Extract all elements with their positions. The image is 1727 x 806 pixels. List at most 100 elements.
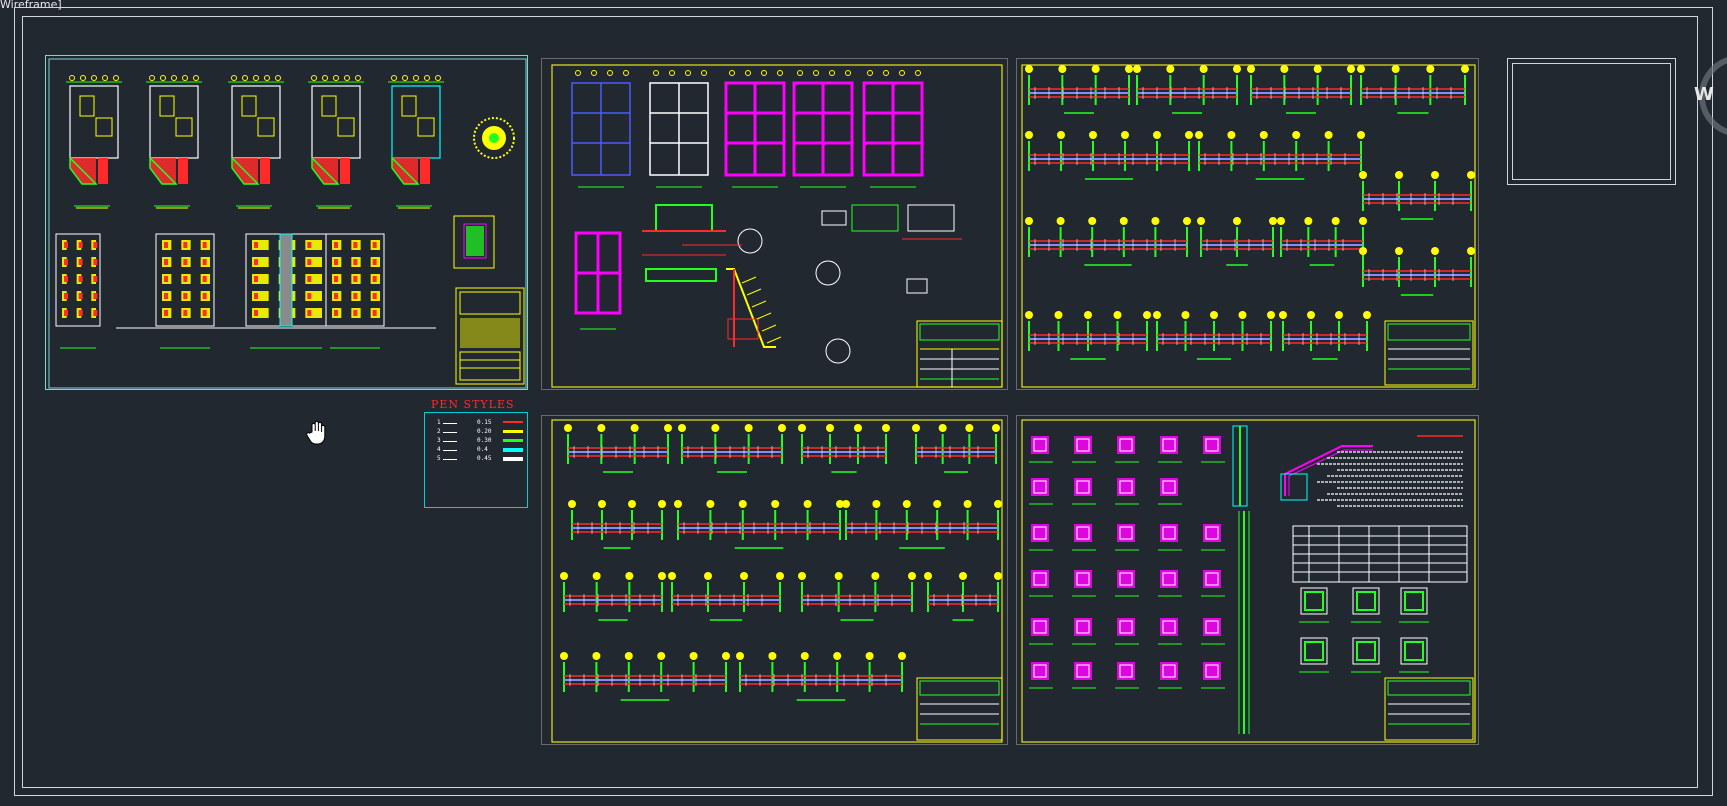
beam-detail	[1359, 171, 1475, 220]
framing-plan	[724, 70, 786, 188]
column-section	[1201, 570, 1225, 597]
column-section	[1115, 618, 1139, 645]
elevation-section	[325, 233, 385, 349]
framing-plan	[649, 70, 709, 188]
pen-style-weight: 0.45	[477, 455, 492, 462]
elevation-section	[155, 233, 215, 349]
pen-styles-title: PEN STYLES	[431, 398, 515, 411]
viewcube[interactable]: W	[1690, 56, 1727, 136]
column-section	[1158, 662, 1182, 689]
pen-style-row: 4 0.4	[437, 446, 523, 454]
framing-plan	[792, 70, 854, 188]
pen-style-index: 4	[437, 446, 441, 453]
column-section	[1029, 524, 1053, 551]
elevation-section	[245, 233, 327, 349]
floor-plan	[146, 75, 202, 209]
pen-style-dash	[443, 459, 457, 460]
pen-style-dash	[443, 441, 457, 442]
foundation-plan	[574, 231, 622, 330]
pen-style-row: 3 0.30	[437, 437, 523, 445]
beam-detail	[1025, 131, 1193, 180]
beam-details-2-drawing	[551, 419, 1003, 743]
pen-style-weight: 0.30	[477, 437, 492, 444]
pen-style-weight: 0.15	[477, 419, 492, 426]
column-section	[1115, 524, 1139, 551]
column-section	[1115, 478, 1139, 505]
viewcube-compass-west-label[interactable]: W	[1694, 84, 1714, 105]
floor-plan	[66, 75, 122, 209]
beam-detail	[1359, 247, 1475, 296]
elevation-section	[55, 233, 101, 349]
beam-detail	[798, 572, 916, 621]
column-section	[1158, 570, 1182, 597]
column-section	[1158, 524, 1182, 551]
column-section	[1201, 662, 1225, 689]
sheet-architectural-plans[interactable]	[45, 55, 528, 390]
floor-plan	[388, 75, 444, 209]
sheet-beam-details-2[interactable]	[541, 415, 1008, 745]
pen-style-swatch	[503, 421, 523, 423]
column-section	[1201, 618, 1225, 645]
column-section	[1029, 662, 1053, 689]
column-section	[1158, 436, 1182, 463]
pen-style-index: 1	[437, 419, 441, 426]
pen-style-index: 5	[437, 455, 441, 462]
pen-style-dash	[443, 432, 457, 433]
beam-detail	[736, 652, 906, 701]
pen-styles-legend[interactable]: PEN STYLES 1 0.15 2 0.20 3 0.30 4 0.4 5 0.45	[424, 398, 528, 508]
column-section	[1072, 436, 1096, 463]
column-section	[1115, 570, 1139, 597]
beam-detail	[1279, 311, 1371, 360]
beam-detail	[1025, 311, 1151, 360]
column-rebar-section	[1399, 587, 1429, 623]
column-section	[1201, 524, 1225, 551]
column-section	[1072, 618, 1096, 645]
column-rebar-section	[1399, 637, 1429, 673]
pen-style-weight: 0.20	[477, 428, 492, 435]
beam-detail	[564, 424, 672, 473]
pen-style-weight: 0.4	[477, 446, 488, 453]
beam-detail	[912, 424, 1000, 473]
column-section	[1201, 436, 1225, 463]
floor-plan	[228, 75, 284, 209]
pen-style-swatch	[503, 457, 523, 462]
column-section	[1029, 570, 1053, 597]
floor-plan	[308, 75, 364, 209]
sheet-beam-details-1[interactable]	[1016, 58, 1479, 390]
beam-detail	[668, 572, 784, 621]
beam-detail	[1195, 131, 1365, 180]
framing-plan	[862, 70, 924, 188]
beam-detail	[1277, 217, 1367, 266]
pen-style-row: 1 0.15	[437, 419, 523, 427]
column-section	[1072, 478, 1096, 505]
structural-plans-drawing	[551, 64, 1003, 388]
hand-pan-cursor-icon	[306, 420, 330, 451]
beam-detail	[678, 424, 786, 473]
beam-detail	[798, 424, 890, 473]
beam-detail	[1197, 217, 1277, 266]
sheet-structural-plans[interactable]	[541, 58, 1008, 390]
column-section	[1072, 524, 1096, 551]
column-section	[1029, 436, 1053, 463]
column-section	[1072, 662, 1096, 689]
pen-style-row: 2 0.20	[437, 428, 523, 436]
column-rebar-section	[1351, 587, 1381, 623]
column-section	[1072, 570, 1096, 597]
beam-detail	[924, 572, 1002, 621]
column-section	[1029, 618, 1053, 645]
column-section	[1029, 478, 1053, 505]
beam-detail	[1133, 65, 1241, 114]
pen-style-swatch	[503, 439, 523, 443]
beam-detail	[1247, 65, 1355, 114]
beam-detail	[1025, 65, 1133, 114]
beam-detail	[1153, 311, 1275, 360]
pen-style-dash	[443, 423, 457, 424]
sheet-column-details[interactable]	[1016, 415, 1479, 745]
empty-viewport-inner	[1512, 63, 1671, 180]
architectural-plans-drawing	[48, 58, 527, 389]
column-section	[1115, 436, 1139, 463]
pen-style-swatch	[503, 448, 523, 452]
pen-style-swatch	[503, 430, 523, 433]
column-section	[1158, 478, 1182, 505]
beam-detail	[568, 500, 666, 549]
